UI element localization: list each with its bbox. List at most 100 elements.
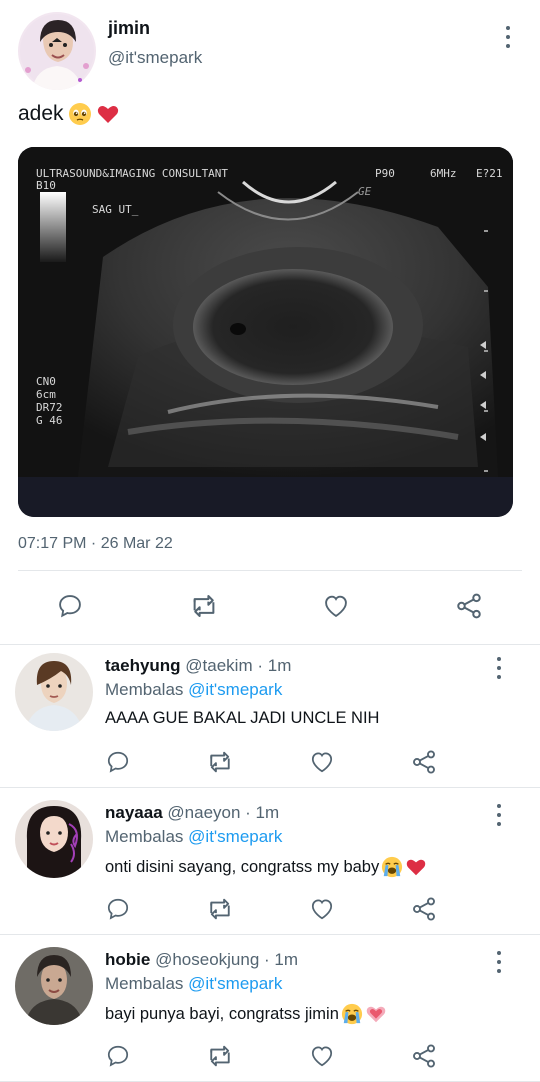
- like-button[interactable]: [306, 893, 338, 925]
- replying-to: Membalas @it'smepark: [105, 827, 282, 847]
- reply-header: nayaaa @naeyon · 1m: [105, 803, 279, 823]
- reply-author-handle[interactable]: @taekim: [185, 656, 252, 675]
- media-b-value: B10: [36, 179, 56, 192]
- media-header-left: ULTRASOUND&IMAGING CONSULTANT: [36, 167, 228, 180]
- replying-to: Membalas @it'smepark: [105, 680, 282, 700]
- main-tweet: jimin @it'smepark adek ULTRASOUND&IMAGIN…: [0, 0, 540, 645]
- reply-button[interactable]: [102, 1040, 134, 1072]
- share-icon: [413, 1044, 435, 1068]
- like-button[interactable]: [306, 1040, 338, 1072]
- share-button[interactable]: [453, 590, 485, 622]
- reply-author-handle[interactable]: @naeyon: [167, 803, 240, 822]
- reply-button[interactable]: [102, 893, 134, 925]
- reply-tweet[interactable]: hobie @hoseokjung · 1m Membalas @it'smep…: [0, 939, 540, 1082]
- avatar-image: [15, 947, 93, 1025]
- red-heart-emoji: [97, 106, 118, 123]
- red-heart-emoji: [406, 859, 426, 876]
- like-icon: [311, 899, 333, 920]
- replying-to: Membalas @it'smepark: [105, 974, 282, 994]
- reply-author-handle[interactable]: @hoseokjung: [155, 950, 259, 969]
- like-icon: [311, 752, 333, 773]
- ultrasound-image: ULTRASOUND&IMAGING CONSULTANT P90 6MHz E…: [18, 147, 513, 517]
- tweet-text-content: adek: [18, 102, 64, 125]
- retweet-icon: [210, 751, 230, 773]
- replying-prefix: Membalas: [105, 680, 184, 699]
- reply-text-content: AAAA GUE BAKAL JADI UNCLE NIH: [105, 709, 380, 727]
- avatar-image: [15, 653, 93, 731]
- reply-time: · 1m: [257, 656, 292, 675]
- more-options-icon[interactable]: [494, 804, 504, 826]
- loudly-crying-face-emoji: [341, 1003, 362, 1025]
- reply-author-name[interactable]: taehyung: [105, 656, 181, 675]
- avatar[interactable]: [15, 947, 93, 1025]
- reply-time: · 1m: [245, 803, 280, 822]
- like-button[interactable]: [306, 746, 338, 778]
- tweet-text: adek: [18, 102, 120, 126]
- share-button[interactable]: [408, 1040, 440, 1072]
- share-icon: [457, 593, 481, 619]
- media-param-0: CN0: [36, 375, 56, 388]
- reply-author-name[interactable]: hobie: [105, 950, 150, 969]
- reply-tweet[interactable]: taehyung @taekim · 1m Membalas @it'smepa…: [0, 645, 540, 792]
- media-param-3: G 46: [36, 414, 63, 427]
- reply-tweet[interactable]: nayaaa @naeyon · 1m Membalas @it'smepark…: [0, 792, 540, 939]
- mention-link[interactable]: @it'smepark: [188, 827, 282, 846]
- more-options-icon[interactable]: [494, 951, 504, 973]
- media-param-2: DR72: [36, 401, 63, 414]
- reply-button[interactable]: [102, 746, 134, 778]
- reply-text: AAAA GUE BAKAL JADI UNCLE NIH: [105, 709, 379, 728]
- reply-icon: [107, 898, 129, 920]
- replying-prefix: Membalas: [105, 974, 184, 993]
- like-icon: [311, 1046, 333, 1067]
- share-button[interactable]: [408, 893, 440, 925]
- reply-icon: [59, 595, 81, 618]
- pleading-face-emoji: [68, 103, 91, 125]
- media-ge: GE: [358, 185, 372, 198]
- media-param-1: 6cm: [36, 388, 56, 401]
- mention-link[interactable]: @it'smepark: [188, 974, 282, 993]
- replying-prefix: Membalas: [105, 827, 184, 846]
- retweet-button[interactable]: [204, 893, 236, 925]
- like-icon: [325, 595, 347, 618]
- reply-time: · 1m: [264, 950, 299, 969]
- avatar[interactable]: [15, 653, 93, 731]
- reply-text: bayi punya bayi, congratss jimin: [105, 1003, 387, 1025]
- share-button[interactable]: [408, 746, 440, 778]
- divider: [0, 787, 540, 788]
- retweet-icon: [210, 898, 230, 920]
- reply-text-content: bayi punya bayi, congratss jimin: [105, 1004, 339, 1023]
- like-button[interactable]: [320, 590, 352, 622]
- reply-text: onti disini sayang, congratss my baby: [105, 856, 427, 878]
- tweet-timestamp[interactable]: 07:17 PM · 26 Mar 22: [18, 535, 173, 553]
- divider: [18, 570, 522, 571]
- author-handle[interactable]: @it'smepark: [108, 48, 202, 68]
- share-icon: [413, 750, 435, 774]
- media-header-e: E?21: [476, 167, 503, 180]
- divider: [0, 934, 540, 935]
- reply-text-content: onti disini sayang, congratss my baby: [105, 857, 380, 876]
- retweet-button[interactable]: [204, 1040, 236, 1072]
- reply-icon: [107, 751, 129, 773]
- reply-author-name[interactable]: nayaaa: [105, 803, 163, 822]
- more-options-icon[interactable]: [503, 26, 513, 48]
- media-header-p: P90: [375, 167, 395, 180]
- retweet-button[interactable]: [204, 746, 236, 778]
- author-name[interactable]: jimin: [108, 18, 150, 39]
- mention-link[interactable]: @it'smepark: [188, 680, 282, 699]
- media-sag: SAG UT_: [92, 203, 139, 216]
- avatar-image: [18, 12, 96, 90]
- reply-button[interactable]: [54, 590, 86, 622]
- avatar[interactable]: [18, 12, 96, 90]
- retweet-icon: [193, 595, 215, 617]
- tweet-media-image[interactable]: ULTRASOUND&IMAGING CONSULTANT P90 6MHz E…: [18, 147, 513, 517]
- avatar-image: [15, 800, 93, 878]
- retweet-icon: [210, 1045, 230, 1067]
- retweet-button[interactable]: [188, 590, 220, 622]
- growing-heart-emoji: [366, 1006, 386, 1023]
- reply-header: taehyung @taekim · 1m: [105, 656, 291, 676]
- reply-header: hobie @hoseokjung · 1m: [105, 950, 298, 970]
- loudly-crying-face-emoji: [382, 856, 403, 878]
- more-options-icon[interactable]: [494, 657, 504, 679]
- avatar[interactable]: [15, 800, 93, 878]
- media-header-mhz: 6MHz: [430, 167, 457, 180]
